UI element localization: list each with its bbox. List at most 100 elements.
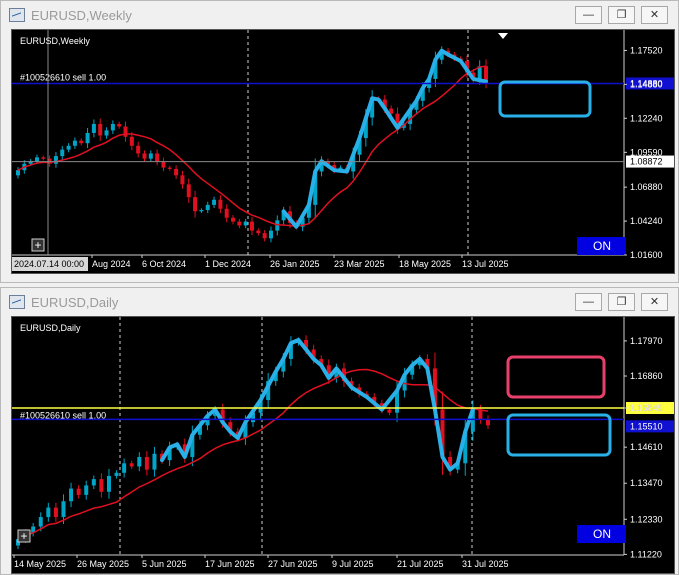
bear-candle xyxy=(161,161,166,168)
bull-candle xyxy=(16,170,20,176)
bull-candle xyxy=(148,153,153,159)
chart-window-icon xyxy=(9,295,25,309)
bull-candle xyxy=(38,517,43,527)
price-scale-label: 1.06880 xyxy=(630,182,663,192)
time-scale-label: 6 Oct 2024 xyxy=(142,259,186,269)
on-button-label: ON xyxy=(593,527,611,541)
bear-candle xyxy=(117,123,122,127)
bull-candle xyxy=(268,230,273,239)
lower-highlight-box xyxy=(506,413,612,457)
time-scale-label: 13 Jul 2025 xyxy=(462,259,509,269)
chart-canvas: #100526610 sell 1.00 1.08872 1.14880 2024.0… xyxy=(12,30,674,271)
bull-candle xyxy=(34,157,39,162)
minimize-button[interactable]: — xyxy=(575,293,602,311)
bull-candle xyxy=(91,123,96,133)
chart-symbol-label: EURUSD,Weekly xyxy=(20,36,90,46)
bear-candle xyxy=(186,184,191,198)
bull-candle xyxy=(106,475,111,492)
bear-candle xyxy=(237,221,242,226)
sell-order-label: #100526610 sell 1.00 xyxy=(20,72,106,82)
bear-candle xyxy=(155,153,160,162)
bear-candle xyxy=(136,145,141,154)
bull-candle xyxy=(137,456,142,467)
price-scale-label: 1.12240 xyxy=(630,113,663,123)
price-scale-label: 1.09590 xyxy=(630,147,663,157)
bear-candle xyxy=(129,136,134,146)
bull-candle xyxy=(60,149,65,157)
time-scale-label: 14 May 2025 xyxy=(14,559,66,569)
sell-order-label: #100526610 sell 1.00 xyxy=(20,410,106,420)
bear-candle xyxy=(478,409,483,420)
shift-marker xyxy=(498,33,508,39)
time-scale-label: 26 Jan 2025 xyxy=(270,259,320,269)
price-scale-label: 1.12330 xyxy=(630,514,663,524)
price-scale-label: 1.14610 xyxy=(630,442,663,452)
bear-candle xyxy=(167,167,172,169)
crosshair-date-text: 2024.07.14 00:00 xyxy=(14,259,84,269)
bear-candle xyxy=(129,463,134,467)
time-scale-label: 9 Jul 2025 xyxy=(332,559,374,569)
weekly-chart-window: EURUSD,Weekly — ❐ ✕ #100526610 sell 1.00… xyxy=(0,0,679,283)
bear-candle xyxy=(174,168,179,176)
bull-candle xyxy=(46,507,51,518)
upper-highlight-box xyxy=(506,355,606,399)
close-button[interactable]: ✕ xyxy=(641,6,668,24)
daily-price-chart[interactable]: 1.15849 #100526610 sell 1.00 1.15510 + ON EUR… xyxy=(11,316,675,574)
price-scale-label: 1.15849 xyxy=(630,403,663,413)
price-scale-label: 1.14880 xyxy=(630,79,663,89)
close-button[interactable]: ✕ xyxy=(641,293,668,311)
moving-average-line xyxy=(17,65,487,227)
bull-candle xyxy=(72,140,77,146)
time-scale-label: 27 Jun 2025 xyxy=(268,559,318,569)
weekly-price-chart[interactable]: #100526610 sell 1.00 1.08872 1.14880 2024.0… xyxy=(11,29,675,274)
time-scale-label: 17 Jun 2025 xyxy=(205,559,255,569)
time-scale-label: 5 Jun 2025 xyxy=(142,559,187,569)
minimize-button[interactable]: — xyxy=(575,6,602,24)
time-scale-label: 21 Jul 2025 xyxy=(397,559,444,569)
bull-candle xyxy=(84,485,89,495)
price-scale-label: 1.04240 xyxy=(630,216,663,226)
maximize-button[interactable]: ❐ xyxy=(608,6,635,24)
price-scale-label: 1.11220 xyxy=(630,549,662,559)
bear-candle xyxy=(41,157,46,159)
bear-candle xyxy=(231,217,236,222)
bear-candle xyxy=(218,199,223,209)
weekly-title-bar[interactable]: EURUSD,Weekly — ❐ ✕ xyxy=(1,1,678,29)
current-price-text: 1.15510 xyxy=(630,421,663,431)
price-scale-label: 1.17520 xyxy=(630,45,663,55)
bear-candle xyxy=(262,233,267,239)
maximize-button[interactable]: ❐ xyxy=(608,293,635,311)
bear-candle xyxy=(98,123,103,136)
bull-candle xyxy=(110,123,115,131)
bear-candle xyxy=(53,507,58,518)
daily-chart-window: EURUSD,Daily — ❐ ✕ 1.15849 #100526610 sel… xyxy=(0,287,679,575)
plus-icon: + xyxy=(20,529,27,543)
bear-candle xyxy=(123,126,128,137)
daily-title-bar[interactable]: EURUSD,Daily — ❐ ✕ xyxy=(1,288,678,316)
bull-candle xyxy=(152,453,157,470)
time-scale-label: Aug 2024 xyxy=(92,259,131,269)
bull-candle xyxy=(53,156,58,164)
price-scale-label: 1.17970 xyxy=(630,336,663,346)
bull-candle xyxy=(91,479,96,486)
price-scale-label: 1.13470 xyxy=(630,478,663,488)
bear-candle xyxy=(180,175,185,185)
on-button-label: ON xyxy=(593,239,611,253)
bear-candle xyxy=(256,230,261,234)
bear-candle xyxy=(224,208,229,218)
time-scale-label: 26 May 2025 xyxy=(77,559,129,569)
bear-candle xyxy=(387,409,392,413)
bull-candle xyxy=(61,501,66,518)
weekly-window-title: EURUSD,Weekly xyxy=(31,8,132,23)
bear-candle xyxy=(193,197,198,212)
bull-candle xyxy=(199,210,204,212)
bear-candle xyxy=(142,153,147,159)
bear-candle xyxy=(76,488,81,495)
price-scale-label: 1.16860 xyxy=(630,371,663,381)
bear-candle xyxy=(144,456,149,470)
time-scale-label: 1 Dec 2024 xyxy=(205,259,251,269)
chart-canvas: 1.15849 #100526610 sell 1.00 1.15510 + ON EUR… xyxy=(12,317,674,569)
time-scale-label: 23 Mar 2025 xyxy=(334,259,385,269)
bull-candle xyxy=(122,463,127,473)
bull-candle xyxy=(205,204,210,211)
